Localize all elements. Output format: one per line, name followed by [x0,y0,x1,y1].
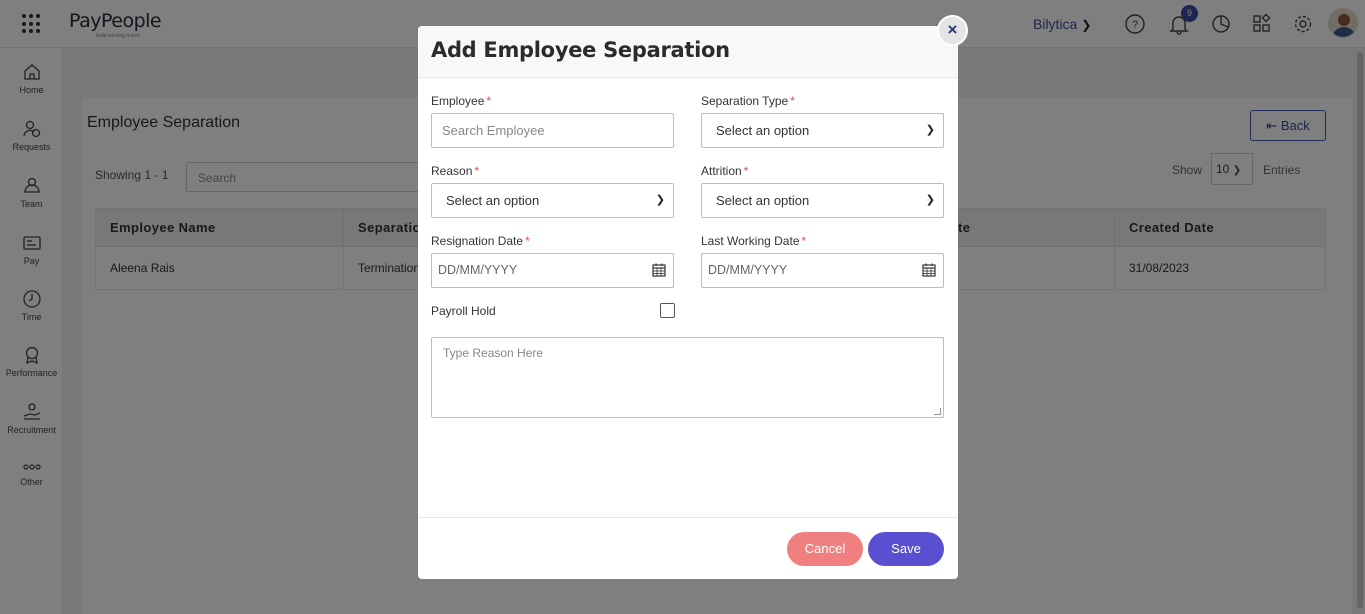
modal-footer-divider [418,517,958,518]
required-mark: * [474,164,480,178]
cancel-button[interactable]: Cancel [787,532,863,566]
separation-type-value: Select an option [716,123,810,138]
last-working-date-label: Last Working Date * [701,234,806,248]
resignation-date-label: Resignation Date * [431,234,530,248]
required-mark: * [743,164,749,178]
employee-search-input[interactable]: Search Employee [431,113,674,148]
reason-textarea-placeholder: Type Reason Here [443,346,544,360]
save-button[interactable]: Save [868,532,944,566]
last-working-date-placeholder: DD/MM/YYYY [708,263,788,277]
attrition-label-text: Attrition [701,164,742,178]
add-separation-modal: Add Employee Separation [418,26,958,579]
reason-textarea[interactable]: Type Reason Here [431,337,944,418]
employee-label-text: Employee [431,94,485,108]
reason-label-text: Reason [431,164,473,178]
resize-handle-icon[interactable] [934,408,941,415]
last-working-date-input[interactable]: DD/MM/YYYY [701,253,944,288]
close-icon[interactable]: × [937,15,968,46]
modal-header: Add Employee Separation [418,26,958,78]
calendar-icon[interactable] [922,263,936,277]
chevron-down-icon: ❯ [925,124,935,136]
chevron-down-icon: ❯ [655,194,665,206]
payroll-hold-label: Payroll Hold [431,304,496,318]
chevron-down-icon: ❯ [925,194,935,206]
reason-value: Select an option [446,193,540,208]
attrition-select[interactable]: Select an option ❯ [701,183,944,218]
reason-select[interactable]: Select an option ❯ [431,183,674,218]
resignation-date-input[interactable]: DD/MM/YYYY [431,253,674,288]
required-mark: * [790,94,795,108]
required-mark: * [801,234,807,248]
required-mark: * [486,94,492,108]
attrition-label: Attrition * [701,164,748,178]
payroll-hold-checkbox[interactable] [660,303,675,318]
separation-type-select[interactable]: Select an option ❯ [701,113,944,148]
attrition-value: Select an option [716,193,810,208]
required-mark: * [525,234,530,248]
last-working-date-label-text: Last Working Date [701,234,800,248]
modal-title: Add Employee Separation [431,38,730,62]
reason-label: Reason * [431,164,479,178]
employee-label: Employee * [431,94,491,108]
resignation-date-placeholder: DD/MM/YYYY [438,263,518,277]
resignation-date-label-text: Resignation Date [431,234,524,248]
separation-type-label: Separation Type * [701,94,795,108]
separation-type-label-text: Separation Type [701,94,789,108]
calendar-icon[interactable] [652,263,666,277]
